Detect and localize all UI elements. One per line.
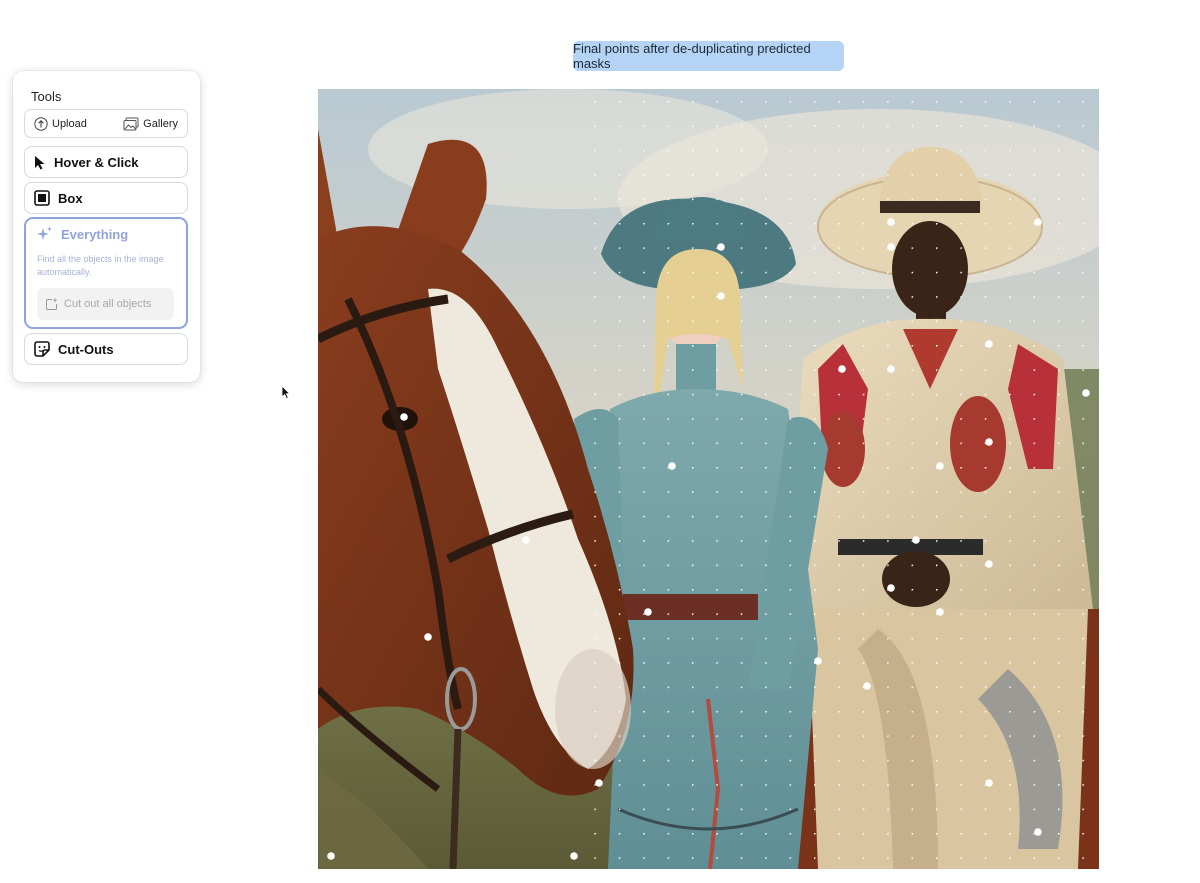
cut-out-all-button[interactable]: Cut out all objects [37, 288, 174, 320]
cut-out-all-label: Cut out all objects [64, 298, 152, 310]
cutouts-label: Cut-Outs [58, 341, 114, 357]
sparkles-icon [37, 226, 52, 240]
cursor-arrow-icon [35, 155, 45, 169]
tools-panel: Tools Upload Gallery Hover & Click Box E… [13, 71, 200, 382]
box-button[interactable]: Box [24, 182, 188, 214]
box-label: Box [58, 190, 83, 206]
tools-title: Tools [31, 89, 62, 104]
cutouts-button[interactable]: Cut-Outs [24, 333, 188, 365]
everything-header: Everything [37, 226, 128, 242]
hover-click-button[interactable]: Hover & Click [24, 146, 188, 178]
everything-card[interactable]: Everything Find all the objects in the i… [24, 217, 188, 329]
photo-scene [318, 89, 1099, 869]
gallery-label: Gallery [143, 117, 178, 130]
gallery-button[interactable]: Gallery [123, 117, 178, 131]
sticker-icon [34, 341, 50, 357]
upload-gallery-bar: Upload Gallery [24, 109, 188, 138]
cutout-icon [46, 298, 57, 310]
everything-description: Find all the objects in the image automa… [37, 254, 164, 277]
box-icon [34, 190, 50, 206]
upload-button[interactable]: Upload [34, 116, 87, 131]
upload-label: Upload [52, 117, 87, 130]
image-canvas[interactable] [318, 89, 1099, 869]
hover-click-label: Hover & Click [54, 154, 139, 170]
everything-label: Everything [61, 226, 129, 242]
gallery-icon [123, 117, 139, 130]
mouse-cursor-icon [281, 385, 291, 400]
caption-banner: Final points after de-duplicating predic… [573, 41, 844, 71]
upload-icon [34, 116, 48, 131]
